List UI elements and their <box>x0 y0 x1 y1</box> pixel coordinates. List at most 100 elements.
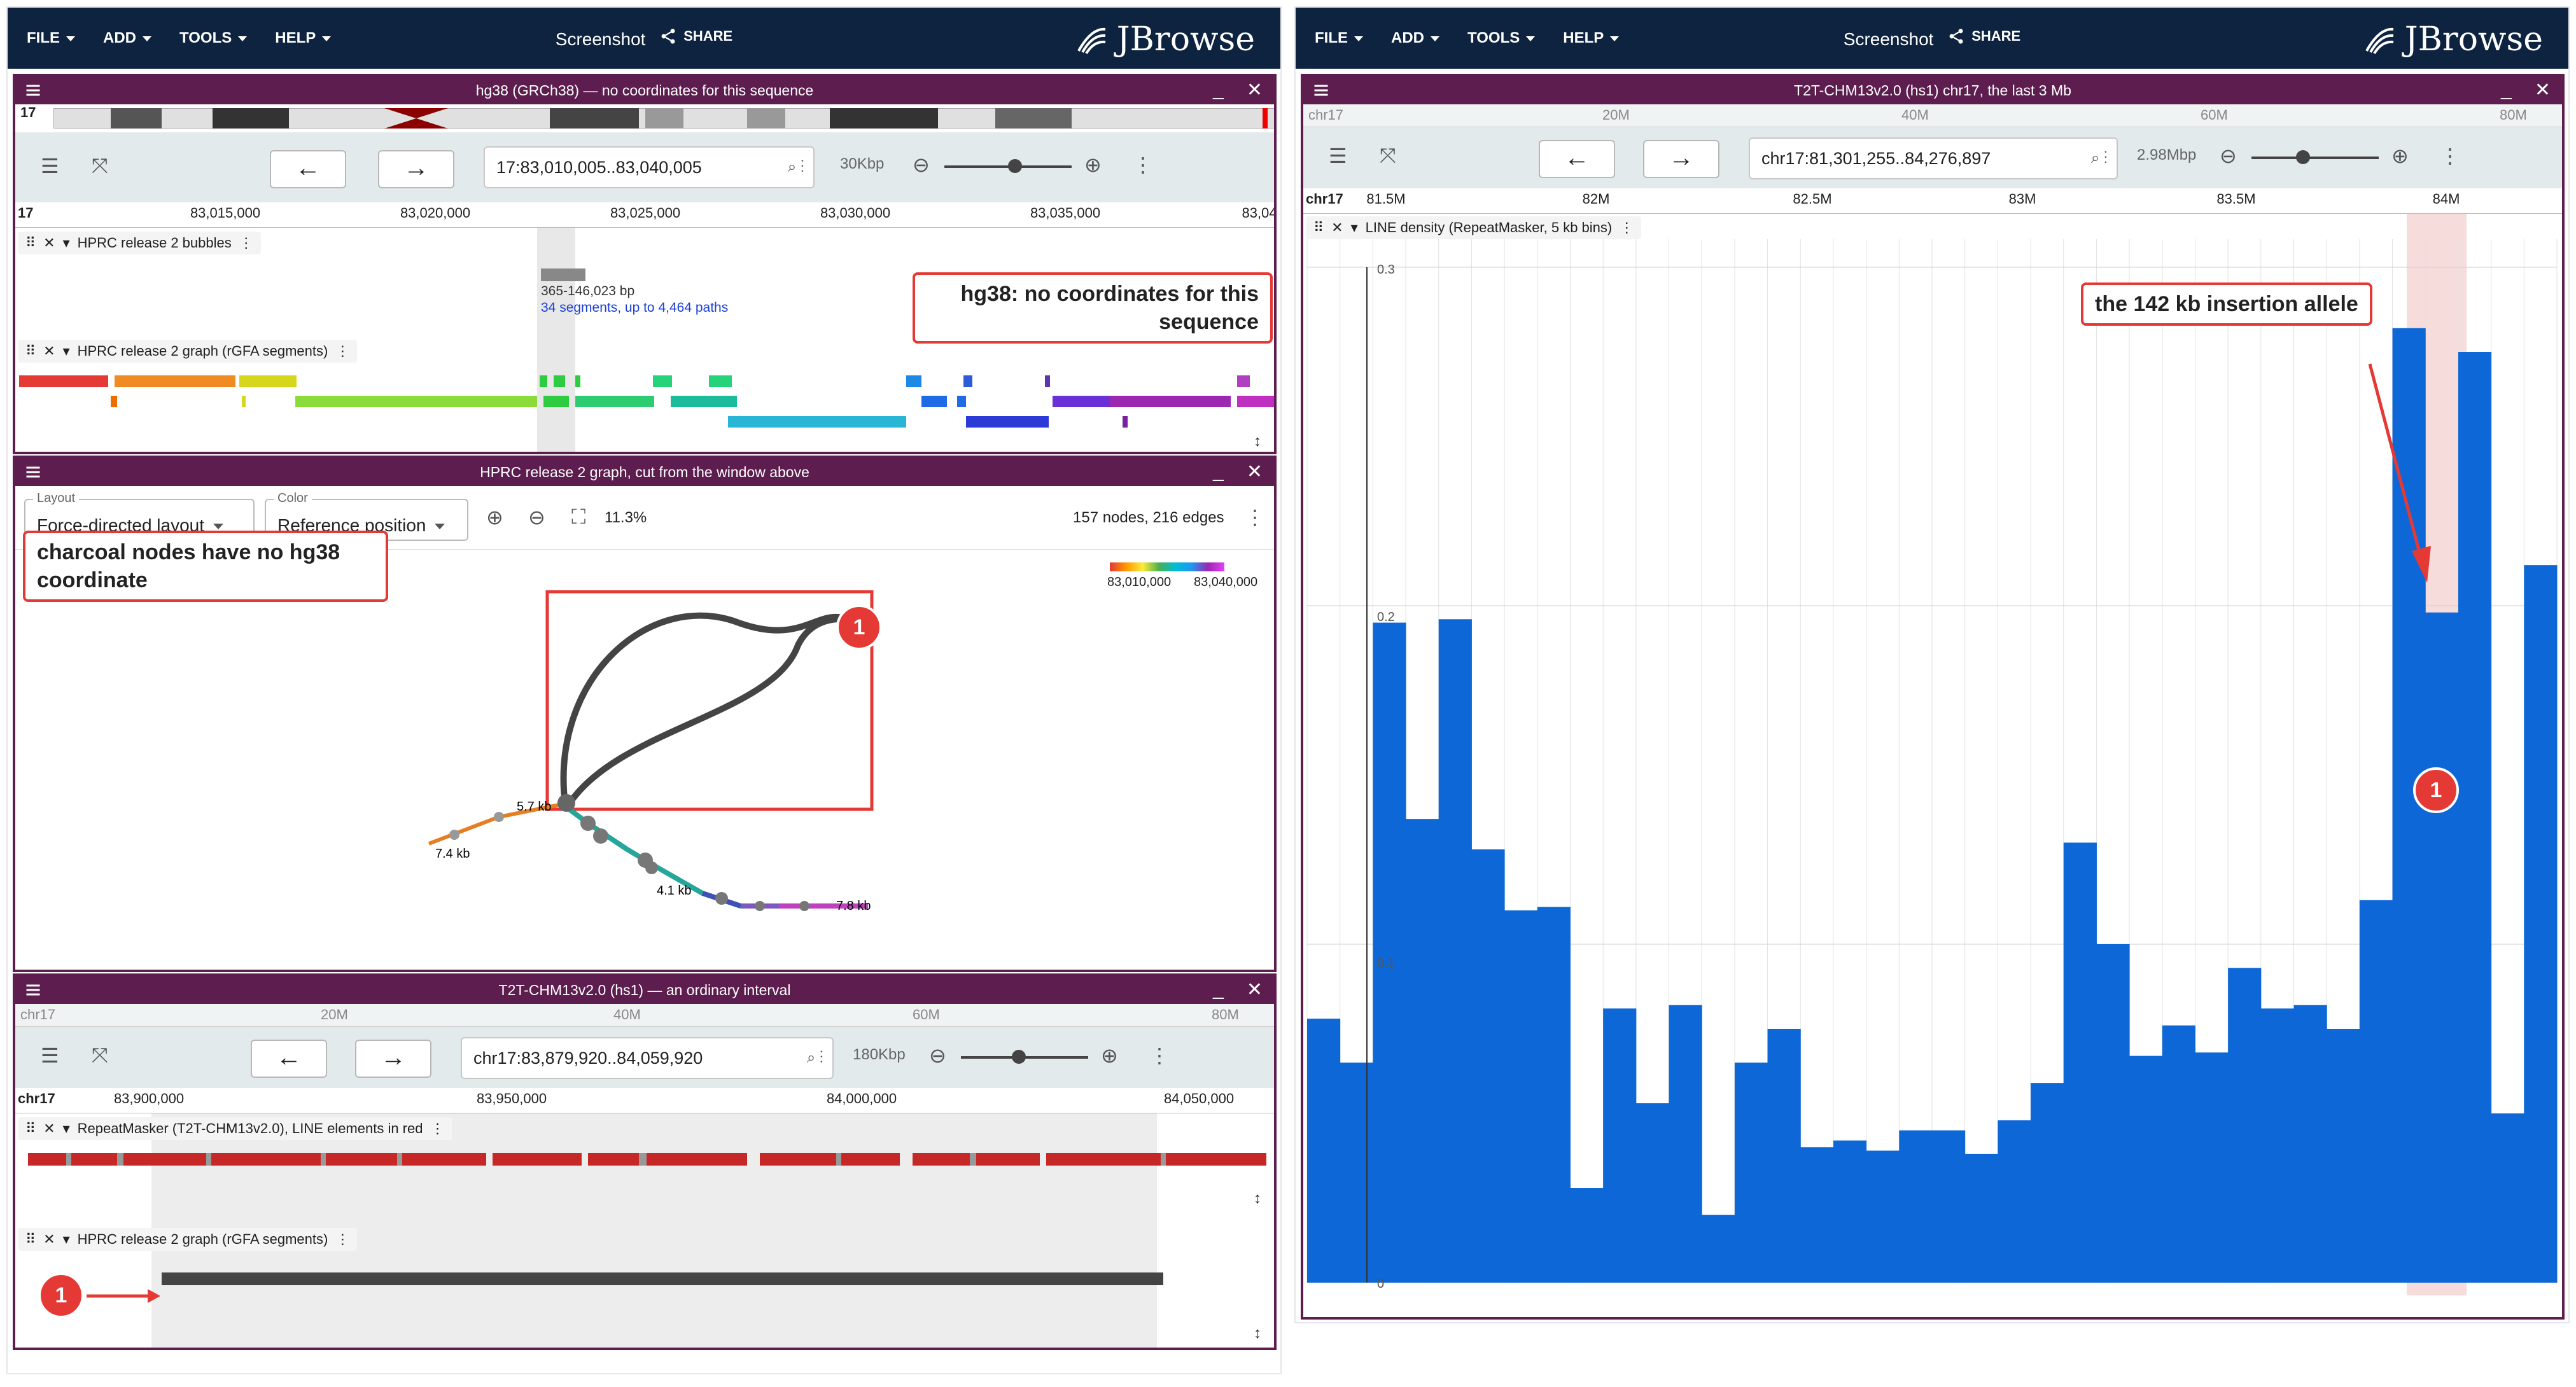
resize-handle-icon[interactable]: ↕ <box>1254 1190 1261 1208</box>
chromosome-overview[interactable]: chr17 20M 40M 60M 80M <box>15 1004 1274 1027</box>
pan-right-button[interactable]: → <box>378 150 454 188</box>
track-menu-icon[interactable]: ⋮ <box>239 235 253 251</box>
track-label[interactable]: ⠿ ✕ ▾ RepeatMasker (T2T-CHM13v2.0), LINE… <box>18 1117 452 1140</box>
graph-node[interactable] <box>715 892 728 905</box>
location-search-input[interactable]: chr17:83,879,920..84,059,920 ⌕ ⋮ <box>461 1037 834 1079</box>
close-icon[interactable]: ✕ <box>1247 461 1263 483</box>
location-search-input[interactable]: chr17:81,301,255..84,276,897 ⌕ ⋮ <box>1749 137 2118 179</box>
density-bar[interactable] <box>1767 1029 1801 1283</box>
drag-handle-icon[interactable]: ⠿ <box>25 1231 36 1248</box>
more-options-icon[interactable]: ⋮ <box>1133 153 1153 177</box>
add-menu[interactable]: ADD <box>1391 29 1439 47</box>
pan-left-button[interactable]: ← <box>270 150 346 188</box>
zoom-slider-knob[interactable] <box>1008 159 1022 173</box>
close-icon[interactable]: ✕ <box>1247 79 1263 101</box>
density-bar[interactable] <box>1669 1005 1702 1283</box>
help-menu[interactable]: HELP <box>1563 29 1620 47</box>
view-menu-icon[interactable] <box>24 981 42 1003</box>
track-menu-icon[interactable]: ⋮ <box>335 1231 349 1248</box>
graph-node[interactable] <box>557 794 575 812</box>
density-bar[interactable] <box>2260 1008 2295 1283</box>
chevron-down-icon[interactable]: ▾ <box>63 343 70 359</box>
fit-to-screen-icon[interactable]: ⛶ <box>571 505 585 529</box>
close-icon[interactable]: ✕ <box>2535 79 2551 101</box>
density-bar[interactable] <box>2524 565 2558 1283</box>
density-bar[interactable] <box>1438 619 1472 1283</box>
close-icon[interactable]: ✕ <box>43 343 55 359</box>
drag-handle-icon[interactable]: ⠿ <box>25 235 36 251</box>
more-options-icon[interactable]: ⋮ <box>1149 1043 1170 1068</box>
resize-handle-icon[interactable]: ↕ <box>1254 433 1261 450</box>
density-bar[interactable] <box>2031 1083 2064 1283</box>
density-bar[interactable] <box>2063 842 2097 1283</box>
more-options-icon[interactable]: ⋮ <box>2440 144 2460 168</box>
density-bar[interactable] <box>1406 819 1439 1283</box>
resize-handle-icon[interactable]: ↕ <box>1254 1325 1261 1342</box>
zoom-in-icon[interactable]: ⊕ <box>1084 153 1102 177</box>
view-menu-icon[interactable] <box>24 81 42 103</box>
graph-canvas[interactable]: charcoal nodes have no hg38 coordinate 8… <box>15 531 1274 970</box>
density-bar[interactable] <box>1932 1130 1966 1283</box>
density-bar[interactable] <box>1998 1120 2031 1283</box>
graph-node[interactable] <box>645 861 658 874</box>
density-bar[interactable] <box>1373 622 1406 1283</box>
close-icon[interactable]: ✕ <box>1331 220 1343 236</box>
minimize-icon[interactable]: _ <box>2501 79 2512 101</box>
zoom-slider-knob[interactable] <box>2296 150 2310 164</box>
density-bar[interactable] <box>2491 1113 2524 1283</box>
chevron-down-icon[interactable]: ▾ <box>63 1231 70 1248</box>
pan-right-button[interactable]: → <box>355 1040 431 1078</box>
track-label[interactable]: ⠿ ✕ ▾ LINE density (RepeatMasker, 5 kb b… <box>1306 216 1642 239</box>
graph-node[interactable] <box>755 901 765 911</box>
search-icon[interactable]: ⌕ ⋮ <box>807 1038 823 1078</box>
drag-handle-icon[interactable]: ⠿ <box>1313 220 1324 236</box>
share-button[interactable]: SHARE <box>1947 27 2020 45</box>
graph-node[interactable] <box>799 901 809 911</box>
density-bar[interactable] <box>1537 907 1571 1283</box>
horizontal-fit-icon[interactable]: ⤧ <box>1380 144 1396 168</box>
zoom-slider[interactable] <box>2251 150 2379 164</box>
density-bar[interactable] <box>2425 612 2459 1283</box>
density-bar[interactable] <box>1340 1063 1373 1283</box>
close-icon[interactable]: ✕ <box>43 1231 55 1248</box>
density-bar[interactable] <box>1504 910 1538 1283</box>
density-bar[interactable] <box>2162 1025 2195 1283</box>
help-menu[interactable]: HELP <box>275 29 332 47</box>
density-bar[interactable] <box>2129 1056 2163 1283</box>
close-icon[interactable]: ✕ <box>1247 979 1263 1001</box>
graph-node[interactable] <box>580 816 596 831</box>
tools-menu[interactable]: TOOLS <box>1467 29 1536 47</box>
share-button[interactable]: SHARE <box>659 27 732 45</box>
graph-node[interactable] <box>494 812 504 822</box>
drag-handle-icon[interactable]: ⠿ <box>25 343 36 359</box>
zoom-out-icon[interactable]: ⊖ <box>929 1043 946 1068</box>
location-search-input[interactable]: 17:83,010,005..83,040,005 ⌕ ⋮ <box>484 146 815 188</box>
density-bar[interactable] <box>1471 849 1505 1283</box>
minimize-icon[interactable]: _ <box>1213 461 1224 483</box>
search-icon[interactable]: ⌕ ⋮ <box>2091 139 2108 178</box>
zoom-out-icon[interactable]: ⊖ <box>528 505 545 529</box>
horizontal-fit-icon[interactable]: ⤧ <box>92 1043 108 1068</box>
graph-node[interactable] <box>449 830 459 840</box>
density-bar[interactable] <box>2327 1029 2360 1283</box>
add-menu[interactable]: ADD <box>103 29 151 47</box>
zoom-out-icon[interactable]: ⊖ <box>913 153 930 177</box>
view-menu-icon[interactable] <box>24 463 42 485</box>
density-bar[interactable] <box>1635 1103 1670 1283</box>
density-bar[interactable] <box>2293 1005 2327 1283</box>
file-menu[interactable]: FILE <box>1315 29 1363 47</box>
minimize-icon[interactable]: _ <box>1213 979 1224 1001</box>
density-bar[interactable] <box>1603 1008 1637 1283</box>
zoom-in-icon[interactable]: ⊕ <box>2391 144 2409 168</box>
zoom-in-icon[interactable]: ⊕ <box>486 505 503 529</box>
density-bar[interactable] <box>1734 1063 1768 1283</box>
chromosome-overview[interactable]: chr17 20M 40M 60M 80M <box>1303 104 2562 127</box>
track-label[interactable]: ⠿ ✕ ▾ HPRC release 2 graph (rGFA segment… <box>18 1228 358 1251</box>
density-bar[interactable] <box>1899 1130 1933 1283</box>
session-name[interactable]: Screenshot <box>556 29 646 49</box>
bubble-feature[interactable] <box>541 268 585 281</box>
pan-left-button[interactable]: ← <box>1539 140 1615 178</box>
zoom-slider[interactable] <box>944 159 1072 173</box>
chevron-down-icon[interactable]: ▾ <box>1351 220 1358 236</box>
density-bar[interactable] <box>1964 1154 1998 1283</box>
